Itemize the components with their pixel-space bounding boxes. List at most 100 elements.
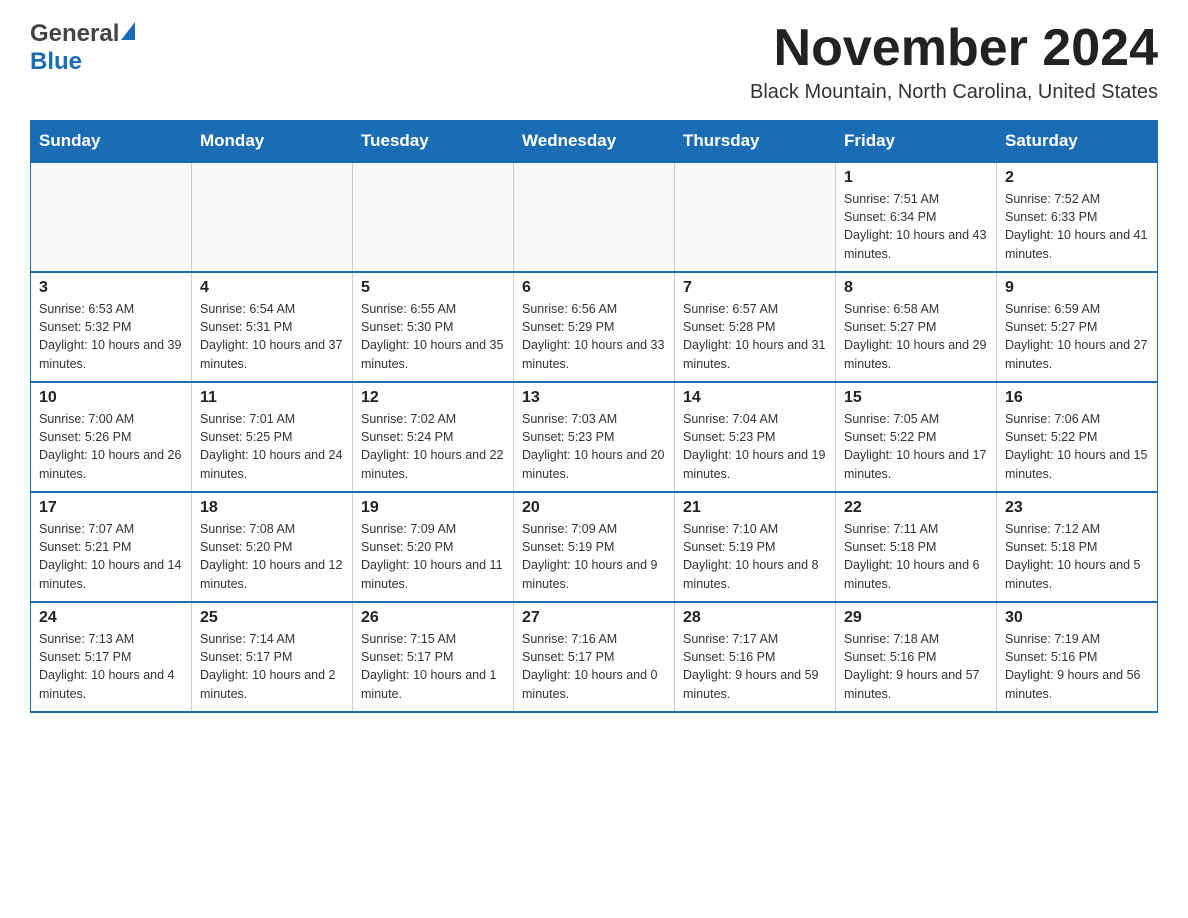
day-number: 4 xyxy=(200,279,344,297)
calendar-cell: 21 Sunrise: 7:10 AM Sunset: 5:19 PM Dayli… xyxy=(675,492,836,602)
calendar-cell: 15 Sunrise: 7:05 AM Sunset: 5:22 PM Dayli… xyxy=(836,382,997,492)
day-info: Sunrise: 7:15 AM Sunset: 5:17 PM Dayligh… xyxy=(361,630,505,703)
calendar-cell: 1 Sunrise: 7:51 AM Sunset: 6:34 PM Daylig… xyxy=(836,162,997,272)
calendar-week-row: 17Sunrise: 7:07 AM Sunset: 5:21 PM Dayli… xyxy=(31,492,1158,602)
day-info: Sunrise: 7:00 AM Sunset: 5:26 PM Dayligh… xyxy=(39,410,183,483)
calendar-title: November 2024 xyxy=(750,20,1158,77)
calendar-cell: 2 Sunrise: 7:52 AM Sunset: 6:33 PM Daylig… xyxy=(997,162,1158,272)
calendar-cell xyxy=(353,162,514,272)
calendar-cell: 9 Sunrise: 6:59 AM Sunset: 5:27 PM Daylig… xyxy=(997,272,1158,382)
day-info: Sunrise: 7:03 AM Sunset: 5:23 PM Dayligh… xyxy=(522,410,666,483)
logo-flag-icon xyxy=(121,22,135,40)
page-header: General Blue November 2024 Black Mountai… xyxy=(30,20,1158,104)
weekday-row: SundayMondayTuesdayWednesdayThursdayFrid… xyxy=(31,121,1158,163)
day-info: Sunrise: 7:51 AM Sunset: 6:34 PM Dayligh… xyxy=(844,190,988,263)
day-number: 26 xyxy=(361,609,505,627)
calendar-cell xyxy=(192,162,353,272)
day-number: 5 xyxy=(361,279,505,297)
day-info: Sunrise: 7:16 AM Sunset: 5:17 PM Dayligh… xyxy=(522,630,666,703)
calendar-cell xyxy=(675,162,836,272)
logo: General Blue xyxy=(30,20,135,76)
calendar-cell: 22Sunrise: 7:11 AM Sunset: 5:18 PM Dayli… xyxy=(836,492,997,602)
weekday-header-thursday: Thursday xyxy=(675,121,836,163)
day-info: Sunrise: 7:09 AM Sunset: 5:19 PM Dayligh… xyxy=(522,520,666,593)
logo-general: General xyxy=(30,20,119,48)
calendar-cell: 17Sunrise: 7:07 AM Sunset: 5:21 PM Dayli… xyxy=(31,492,192,602)
calendar-week-row: 10 Sunrise: 7:00 AM Sunset: 5:26 PM Dayli… xyxy=(31,382,1158,492)
day-info: Sunrise: 7:06 AM Sunset: 5:22 PM Dayligh… xyxy=(1005,410,1149,483)
day-info: Sunrise: 6:58 AM Sunset: 5:27 PM Dayligh… xyxy=(844,300,988,373)
weekday-header-tuesday: Tuesday xyxy=(353,121,514,163)
calendar-cell: 8Sunrise: 6:58 AM Sunset: 5:27 PM Daylig… xyxy=(836,272,997,382)
day-number: 27 xyxy=(522,609,666,627)
day-number: 3 xyxy=(39,279,183,297)
weekday-header-friday: Friday xyxy=(836,121,997,163)
day-number: 14 xyxy=(683,389,827,407)
calendar-cell xyxy=(31,162,192,272)
day-number: 7 xyxy=(683,279,827,297)
day-number: 21 xyxy=(683,499,827,517)
day-number: 11 xyxy=(200,389,344,407)
day-number: 24 xyxy=(39,609,183,627)
calendar-cell: 12 Sunrise: 7:02 AM Sunset: 5:24 PM Dayli… xyxy=(353,382,514,492)
day-number: 28 xyxy=(683,609,827,627)
title-area: November 2024 Black Mountain, North Caro… xyxy=(750,20,1158,104)
calendar-cell: 27 Sunrise: 7:16 AM Sunset: 5:17 PM Dayli… xyxy=(514,602,675,712)
day-info: Sunrise: 7:01 AM Sunset: 5:25 PM Dayligh… xyxy=(200,410,344,483)
calendar-cell: 18 Sunrise: 7:08 AM Sunset: 5:20 PM Dayli… xyxy=(192,492,353,602)
day-number: 1 xyxy=(844,169,988,187)
day-info: Sunrise: 6:56 AM Sunset: 5:29 PM Dayligh… xyxy=(522,300,666,373)
day-number: 12 xyxy=(361,389,505,407)
day-number: 30 xyxy=(1005,609,1149,627)
calendar-cell: 25Sunrise: 7:14 AM Sunset: 5:17 PM Dayli… xyxy=(192,602,353,712)
calendar-cell: 13Sunrise: 7:03 AM Sunset: 5:23 PM Dayli… xyxy=(514,382,675,492)
day-number: 19 xyxy=(361,499,505,517)
calendar-cell: 30Sunrise: 7:19 AM Sunset: 5:16 PM Dayli… xyxy=(997,602,1158,712)
calendar-week-row: 3 Sunrise: 6:53 AM Sunset: 5:32 PM Daylig… xyxy=(31,272,1158,382)
calendar-cell: 14 Sunrise: 7:04 AM Sunset: 5:23 PM Dayli… xyxy=(675,382,836,492)
day-info: Sunrise: 7:10 AM Sunset: 5:19 PM Dayligh… xyxy=(683,520,827,593)
day-number: 15 xyxy=(844,389,988,407)
calendar-cell: 11 Sunrise: 7:01 AM Sunset: 5:25 PM Dayli… xyxy=(192,382,353,492)
calendar-cell: 23Sunrise: 7:12 AM Sunset: 5:18 PM Dayli… xyxy=(997,492,1158,602)
day-number: 29 xyxy=(844,609,988,627)
calendar-week-row: 1 Sunrise: 7:51 AM Sunset: 6:34 PM Daylig… xyxy=(31,162,1158,272)
day-number: 18 xyxy=(200,499,344,517)
day-info: Sunrise: 7:02 AM Sunset: 5:24 PM Dayligh… xyxy=(361,410,505,483)
calendar-cell: 10 Sunrise: 7:00 AM Sunset: 5:26 PM Dayli… xyxy=(31,382,192,492)
day-info: Sunrise: 7:12 AM Sunset: 5:18 PM Dayligh… xyxy=(1005,520,1149,593)
day-info: Sunrise: 7:52 AM Sunset: 6:33 PM Dayligh… xyxy=(1005,190,1149,263)
calendar-cell: 5Sunrise: 6:55 AM Sunset: 5:30 PM Daylig… xyxy=(353,272,514,382)
day-info: Sunrise: 7:08 AM Sunset: 5:20 PM Dayligh… xyxy=(200,520,344,593)
day-number: 20 xyxy=(522,499,666,517)
day-info: Sunrise: 6:53 AM Sunset: 5:32 PM Dayligh… xyxy=(39,300,183,373)
day-info: Sunrise: 6:59 AM Sunset: 5:27 PM Dayligh… xyxy=(1005,300,1149,373)
day-info: Sunrise: 7:13 AM Sunset: 5:17 PM Dayligh… xyxy=(39,630,183,703)
calendar-week-row: 24 Sunrise: 7:13 AM Sunset: 5:17 PM Dayli… xyxy=(31,602,1158,712)
day-info: Sunrise: 7:11 AM Sunset: 5:18 PM Dayligh… xyxy=(844,520,988,593)
day-number: 17 xyxy=(39,499,183,517)
calendar-subtitle: Black Mountain, North Carolina, United S… xyxy=(750,81,1158,104)
calendar-table: SundayMondayTuesdayWednesdayThursdayFrid… xyxy=(30,120,1158,713)
calendar-cell: 4 Sunrise: 6:54 AM Sunset: 5:31 PM Daylig… xyxy=(192,272,353,382)
calendar-cell: 29 Sunrise: 7:18 AM Sunset: 5:16 PM Dayli… xyxy=(836,602,997,712)
calendar-header: SundayMondayTuesdayWednesdayThursdayFrid… xyxy=(31,121,1158,163)
calendar-body: 1 Sunrise: 7:51 AM Sunset: 6:34 PM Daylig… xyxy=(31,162,1158,712)
day-info: Sunrise: 7:05 AM Sunset: 5:22 PM Dayligh… xyxy=(844,410,988,483)
day-number: 6 xyxy=(522,279,666,297)
calendar-cell: 3 Sunrise: 6:53 AM Sunset: 5:32 PM Daylig… xyxy=(31,272,192,382)
day-info: Sunrise: 7:04 AM Sunset: 5:23 PM Dayligh… xyxy=(683,410,827,483)
calendar-cell: 19 Sunrise: 7:09 AM Sunset: 5:20 PM Dayli… xyxy=(353,492,514,602)
calendar-cell: 20 Sunrise: 7:09 AM Sunset: 5:19 PM Dayli… xyxy=(514,492,675,602)
day-number: 25 xyxy=(200,609,344,627)
day-number: 9 xyxy=(1005,279,1149,297)
calendar-cell xyxy=(514,162,675,272)
day-number: 10 xyxy=(39,389,183,407)
day-info: Sunrise: 6:57 AM Sunset: 5:28 PM Dayligh… xyxy=(683,300,827,373)
day-number: 2 xyxy=(1005,169,1149,187)
day-info: Sunrise: 7:18 AM Sunset: 5:16 PM Dayligh… xyxy=(844,630,988,703)
day-info: Sunrise: 7:09 AM Sunset: 5:20 PM Dayligh… xyxy=(361,520,505,593)
day-info: Sunrise: 6:54 AM Sunset: 5:31 PM Dayligh… xyxy=(200,300,344,373)
weekday-header-monday: Monday xyxy=(192,121,353,163)
calendar-cell: 7 Sunrise: 6:57 AM Sunset: 5:28 PM Daylig… xyxy=(675,272,836,382)
